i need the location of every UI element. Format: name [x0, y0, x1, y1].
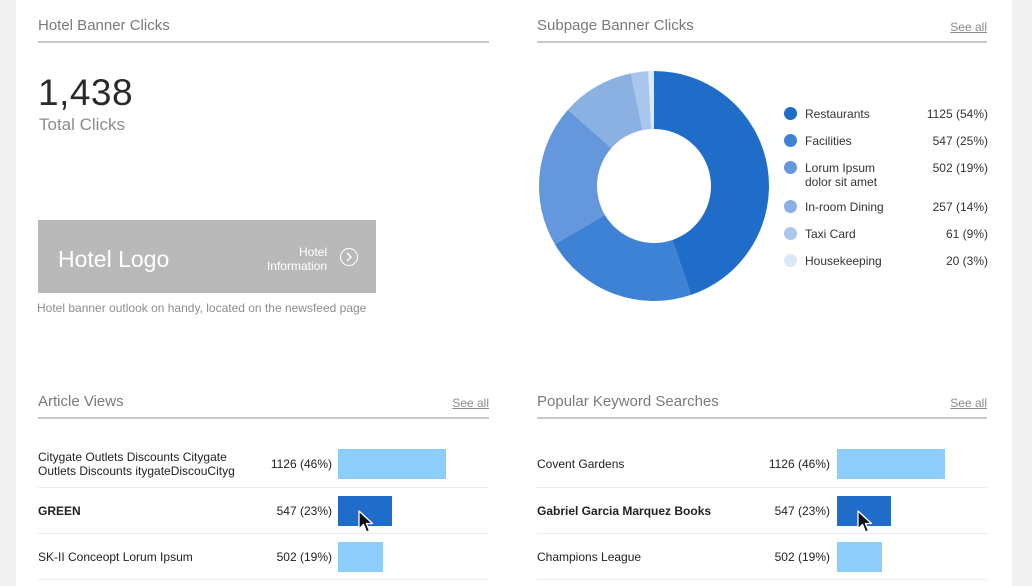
- row-bar[interactable]: [837, 449, 945, 479]
- row-value: 547 (23%): [276, 503, 332, 518]
- legend-item: Housekeeping 20 (3%): [784, 252, 988, 279]
- legend-label: Housekeeping: [805, 254, 882, 268]
- hotel-banner-preview[interactable]: Hotel Logo Hotel Information: [38, 220, 376, 293]
- dashboard-canvas: Hotel Banner Clicks 1,438 Total Clicks H…: [16, 0, 1012, 586]
- subpage-donut-chart: [539, 71, 769, 301]
- article-views-header: Article Views See all: [38, 376, 489, 419]
- legend-label: Taxi Card: [805, 227, 856, 241]
- legend-item: Facilities 547 (25%): [784, 132, 988, 159]
- keyword-searches-title: Popular Keyword Searches: [537, 393, 719, 410]
- row-bar[interactable]: [837, 541, 882, 572]
- keyword-searches-table: Covent Gardens 1126 (46%) Gabriel Garcia M…: [537, 441, 987, 580]
- subpage-banner-header: Subpage Banner Clicks See all: [537, 0, 987, 43]
- row-name: GREEN: [38, 503, 81, 518]
- table-row[interactable]: Covent Gardens 1126 (46%): [537, 441, 987, 488]
- legend-dot-icon: [784, 227, 797, 240]
- keyword-searches-see-all-link[interactable]: See all: [950, 396, 987, 410]
- hotel-banner-header: Hotel Banner Clicks: [38, 0, 489, 43]
- row-bar[interactable]: [338, 449, 446, 479]
- banner-caption: Hotel banner outlook on handy, located o…: [37, 301, 367, 315]
- article-views-table: Citygate Outlets Discounts Citygate Outl…: [38, 441, 489, 580]
- legend-value: 547 (25%): [932, 134, 988, 148]
- table-row[interactable]: GREEN 547 (23%): [38, 488, 489, 534]
- table-row[interactable]: Champions League 502 (19%): [537, 534, 987, 580]
- legend-dot-icon: [784, 107, 797, 120]
- row-value: 502 (19%): [774, 549, 830, 564]
- total-clicks-label: Total Clicks: [39, 115, 125, 134]
- legend-item: Restaurants 1125 (54%): [784, 105, 988, 132]
- hotel-information-line1: Hotel: [298, 245, 327, 259]
- legend-dot-icon: [784, 254, 797, 267]
- row-name: Gabriel Garcia Marquez Books: [537, 503, 712, 518]
- legend-dot-icon: [784, 161, 797, 174]
- row-name: SK-II Conceopt Lorum Ipsum: [38, 549, 193, 564]
- row-name: Champions League: [537, 549, 642, 564]
- legend-item: Lorum Ipsum dolor sit amet 502 (19%): [784, 159, 988, 198]
- article-views-title: Article Views: [38, 393, 124, 410]
- legend-item: Taxi Card 61 (9%): [784, 225, 988, 252]
- legend-value: 61 (9%): [945, 227, 988, 241]
- subpage-legend: Restaurants 1125 (54%) Facilities 547 (25%)…: [784, 105, 988, 279]
- hotel-logo-text: Hotel Logo: [58, 246, 170, 272]
- row-value: 1126 (46%): [270, 457, 332, 471]
- keyword-searches-header: Popular Keyword Searches See all: [537, 376, 987, 419]
- row-name: Citygate Outlets Discounts Citygate Outl…: [38, 450, 235, 478]
- legend-label: In-room Dining: [805, 200, 884, 214]
- subpage-see-all-link[interactable]: See all: [950, 20, 987, 34]
- subpage-banner-title: Subpage Banner Clicks: [537, 17, 694, 34]
- chevron-right-circle-icon[interactable]: [340, 248, 358, 266]
- legend-item: In-room Dining 257 (14%): [784, 198, 988, 225]
- hotel-information-line2: Information: [266, 259, 327, 273]
- table-row[interactable]: SK-II Conceopt Lorum Ipsum 502 (19%): [38, 534, 489, 580]
- mouse-pointer-icon: [857, 510, 873, 533]
- article-views-see-all-link[interactable]: See all: [452, 396, 489, 410]
- hotel-information-label: Hotel Information: [267, 245, 327, 273]
- legend-value: 1125 (54%): [926, 107, 988, 121]
- table-row[interactable]: Gabriel Garcia Marquez Books 547 (23%): [537, 488, 987, 534]
- row-value: 547 (23%): [774, 503, 830, 518]
- row-value: 502 (19%): [276, 549, 332, 564]
- legend-dot-icon: [784, 200, 797, 213]
- legend-label: Restaurants: [805, 107, 870, 121]
- legend-value: 257 (14%): [932, 200, 988, 214]
- legend-value: 502 (19%): [932, 161, 988, 175]
- row-name: Covent Gardens: [537, 457, 625, 471]
- table-row[interactable]: Citygate Outlets Discounts Citygate Outl…: [38, 441, 489, 488]
- total-clicks-value: 1,438: [38, 72, 134, 113]
- legend-label: Facilities: [805, 134, 852, 148]
- legend-value: 20 (3%): [945, 254, 988, 268]
- row-bar[interactable]: [338, 541, 383, 572]
- legend-label: Lorum Ipsum dolor sit amet: [805, 161, 878, 189]
- legend-dot-icon: [784, 134, 797, 147]
- hotel-banner-title: Hotel Banner Clicks: [38, 17, 170, 34]
- mouse-pointer-icon: [358, 510, 374, 533]
- row-value: 1126 (46%): [768, 457, 830, 471]
